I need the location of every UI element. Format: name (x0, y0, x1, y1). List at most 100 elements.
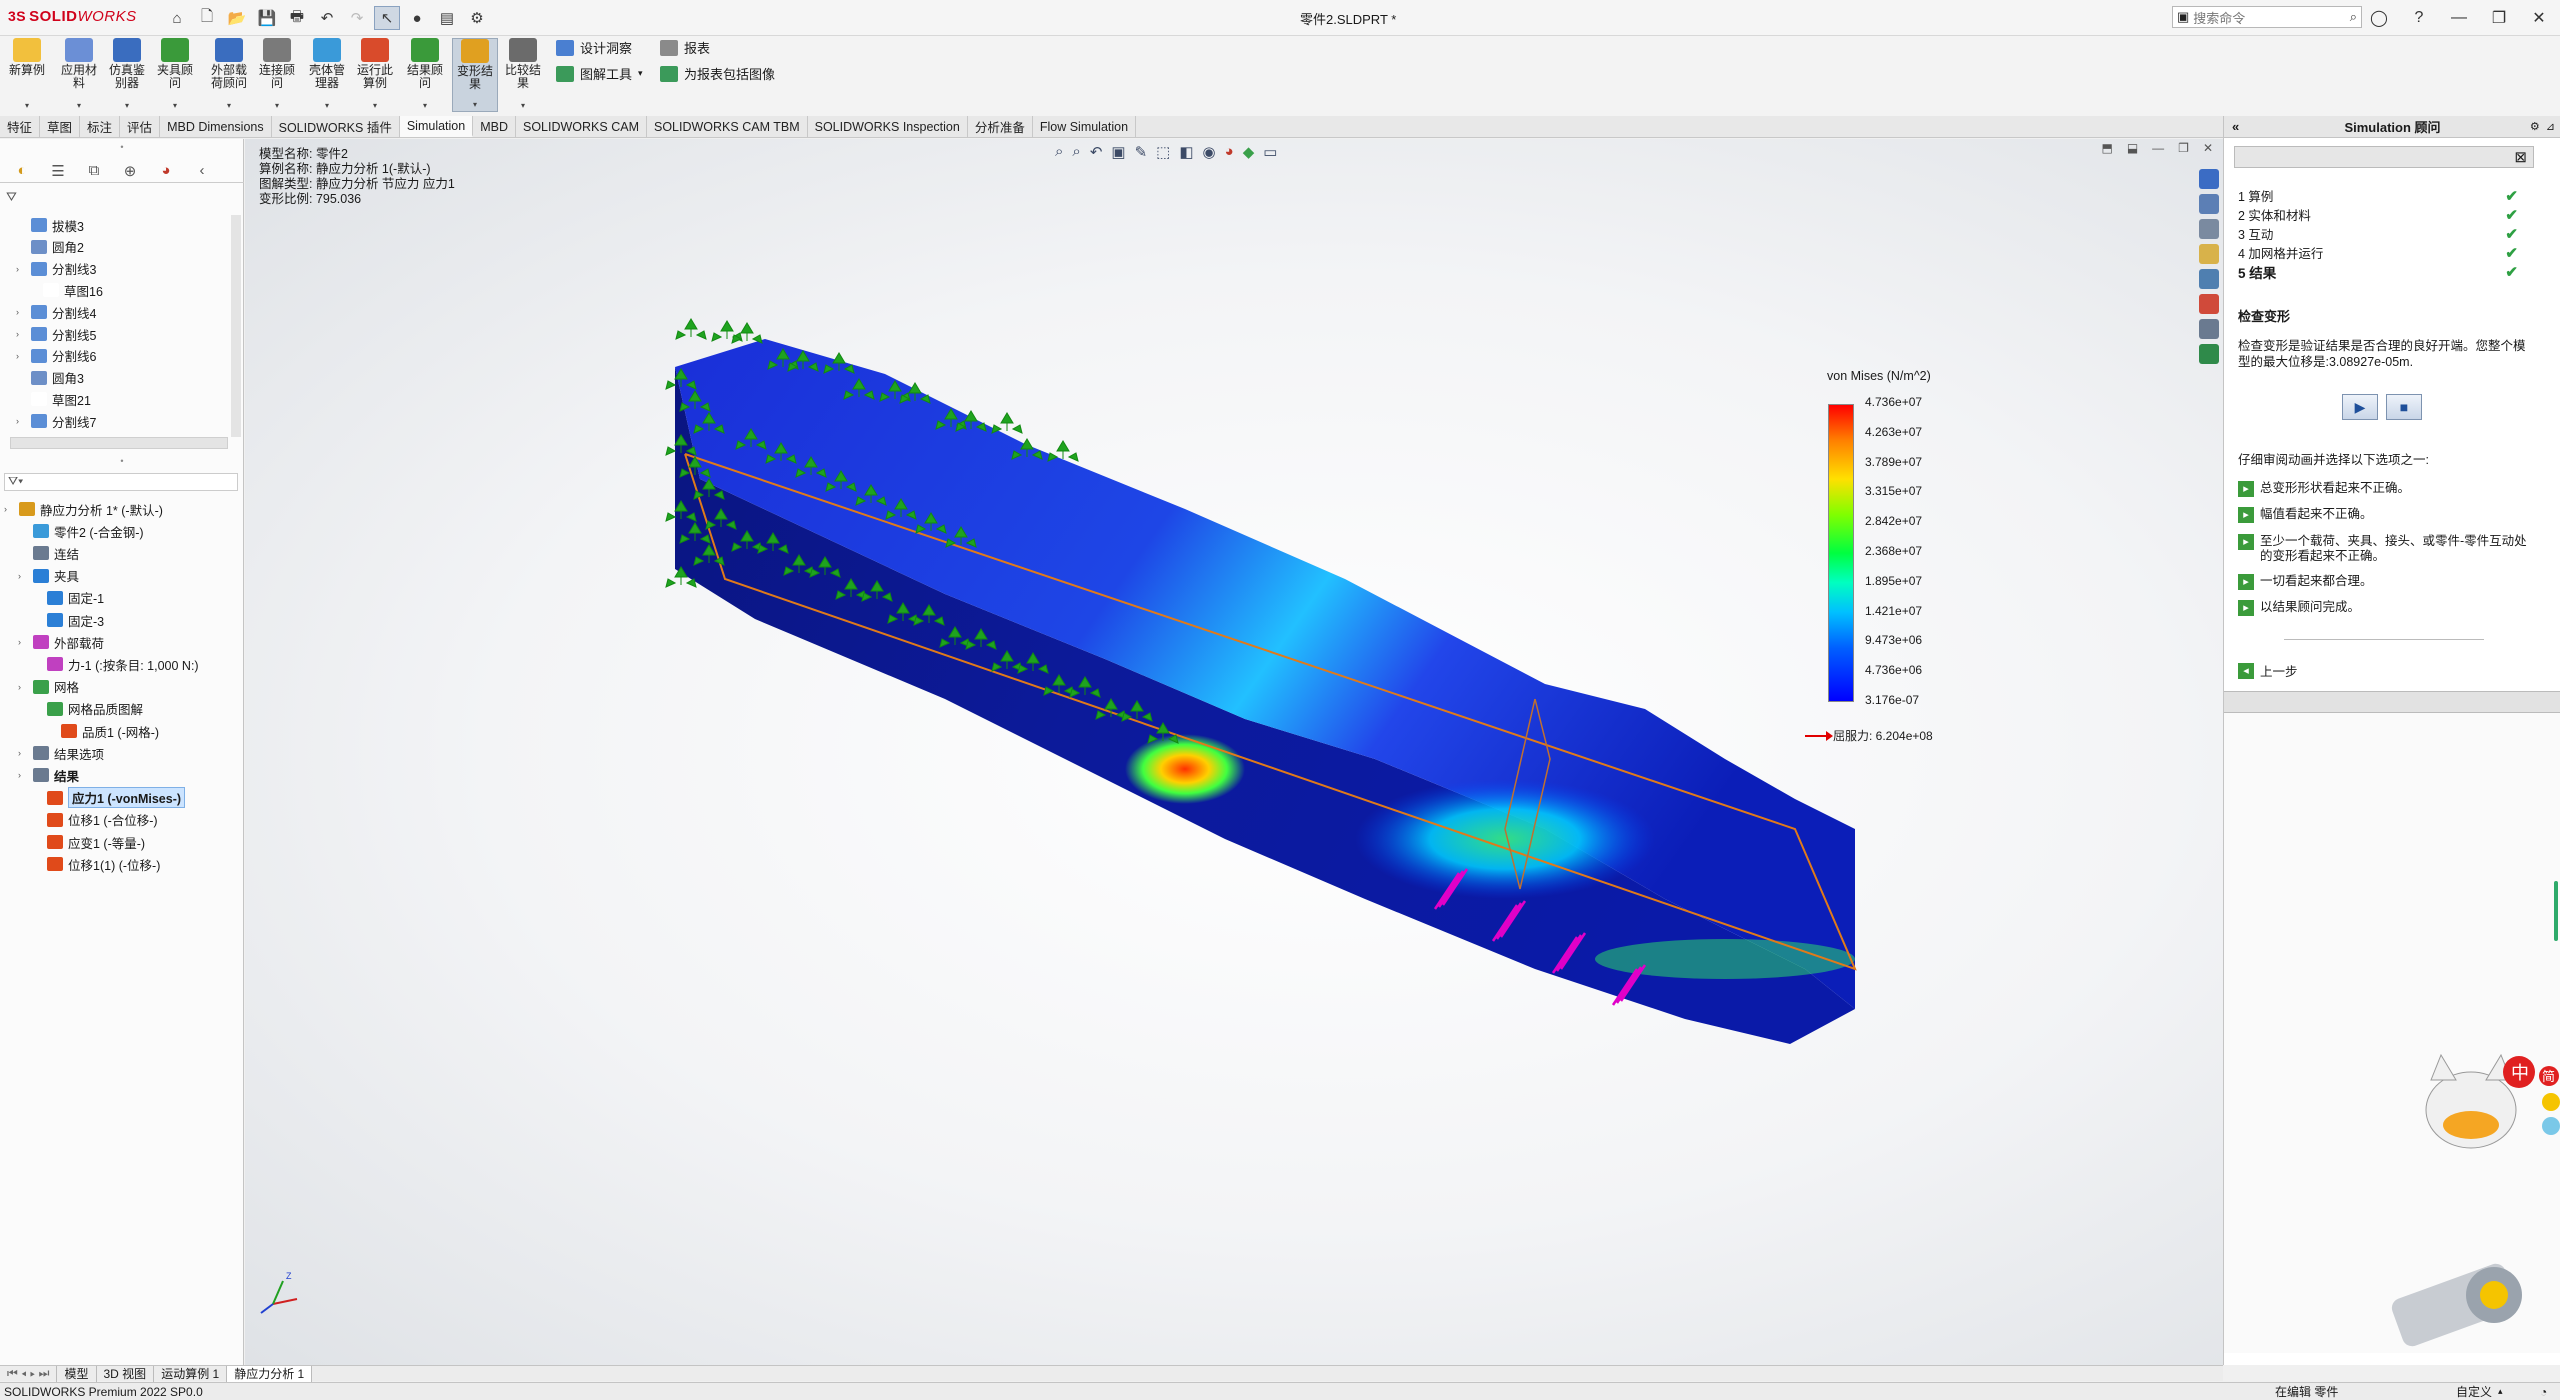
ribbon-button-8[interactable]: 结果顾问 ▾ (402, 38, 448, 112)
bottom-tab[interactable]: 模型 (57, 1365, 97, 1382)
feature-tree-node[interactable]: 圆角2 (16, 237, 84, 257)
feature-tree-node[interactable]: › 分割线3 (16, 259, 96, 279)
minimize-button[interactable]: — (2444, 4, 2474, 32)
feature-tree-icon[interactable]: ◐ (8, 160, 36, 182)
sim-tree-node[interactable]: 品质1 (-网格-) (46, 721, 159, 741)
save-icon[interactable]: 💾 (254, 6, 280, 30)
new-document-icon[interactable]: 🗋 (194, 6, 220, 30)
sim-tree-node[interactable]: › 外部载荷 (18, 632, 104, 652)
expand-toggle-icon[interactable]: › (16, 307, 28, 317)
property-manager-icon[interactable]: ☰ (44, 160, 72, 182)
user-icon[interactable]: ◯ (2364, 4, 2394, 32)
expand-toggle-icon[interactable]: › (18, 571, 30, 581)
feature-tree-node[interactable]: 草图21 (16, 389, 91, 409)
advisor-step[interactable]: 2 实体和材料 ✔ (2238, 205, 2518, 224)
feature-tree-scrollbar[interactable] (231, 215, 241, 437)
sim-tree-node[interactable]: › 夹具 (18, 566, 79, 586)
ribbon-button-7[interactable]: 运行此算例 ▾ (352, 38, 398, 112)
help-bubble-icon[interactable]: ◔ (2540, 1385, 2547, 1399)
panel-splitter[interactable]: • (0, 142, 244, 152)
bottom-tab[interactable]: 运动算例 1 (154, 1365, 228, 1382)
feature-tree-node[interactable]: 圆角3 (16, 368, 84, 388)
expand-toggle-icon[interactable]: › (18, 770, 30, 780)
feature-tree-node[interactable]: › 分割线7 (16, 411, 96, 431)
tab-11[interactable]: 分析准备 (968, 116, 1033, 137)
sim-tree-node[interactable]: 固定-3 (32, 610, 104, 630)
tab-7[interactable]: MBD (473, 116, 516, 137)
help-icon[interactable]: ? (2404, 4, 2434, 32)
horizontal-scrollbar[interactable] (10, 437, 228, 449)
tab-10[interactable]: SOLIDWORKS Inspection (808, 116, 968, 137)
scroll-left-icon[interactable]: ‹ (188, 160, 216, 182)
tab-9[interactable]: SOLIDWORKS CAM TBM (647, 116, 808, 137)
advisor-option[interactable]: ▸ 至少一个载荷、夹具、接头、或零件-零件互动处的变形看起来不正确。 (2238, 534, 2538, 564)
plot-tools-button[interactable]: 图解工具 ▾ (556, 64, 643, 83)
chevron-up-icon[interactable]: ▴ (2498, 1386, 2503, 1397)
tab-12[interactable]: Flow Simulation (1033, 116, 1137, 137)
input-method-mascot[interactable]: 中 简 (2401, 1040, 2560, 1160)
back-link[interactable]: ◂ 上一步 (2238, 661, 2298, 680)
close-button[interactable]: ✕ (2524, 4, 2554, 32)
simulation-advisor-icon[interactable] (2199, 344, 2219, 364)
graphics-area[interactable]: 模型名称: 零件2 算例名称: 静应力分析 1(-默认-) 图解类型: 静应力分… (245, 139, 2223, 1365)
design-insight-button[interactable]: 设计洞察 (556, 38, 632, 57)
print-icon[interactable]: 🖶 (284, 6, 310, 30)
home-icon[interactable]: ⌂ (164, 6, 190, 30)
tab-3[interactable]: 评估 (120, 116, 161, 137)
dimxpert-icon[interactable]: ⊕ (116, 160, 144, 182)
advisor-step[interactable]: 1 算例 ✔ (2238, 186, 2518, 205)
advisor-step[interactable]: 4 加网格并运行 ✔ (2238, 243, 2518, 262)
design-library-icon[interactable] (2199, 219, 2219, 239)
expand-toggle-icon[interactable]: › (18, 748, 30, 758)
advisor-option[interactable]: ▸ 总变形形状看起来不正确。 (2238, 481, 2538, 497)
bottom-tab[interactable]: 3D 视图 (97, 1365, 155, 1382)
advisor-option[interactable]: ▸ 一切看起来都合理。 (2238, 574, 2538, 590)
restore-button[interactable]: ❐ (2484, 4, 2514, 32)
sim-tree-node[interactable]: › 结果选项 (18, 743, 104, 763)
bottom-tab[interactable]: 静应力分析 1 (227, 1365, 313, 1382)
file-properties-icon[interactable]: ▤ (434, 6, 460, 30)
select-pointer-icon[interactable]: ↖ (374, 6, 400, 30)
stress-legend-colorbar[interactable] (1828, 404, 1854, 702)
redo-icon[interactable]: ↷ (344, 6, 370, 30)
sim-tree-node[interactable]: 网格品质图解 (32, 699, 143, 719)
tree-splitter[interactable]: • (0, 456, 244, 466)
undo-icon[interactable]: ↶ (314, 6, 340, 30)
open-folder-icon[interactable]: 📂 (224, 6, 250, 30)
tab-1[interactable]: 草图 (40, 116, 81, 137)
file-explorer-icon[interactable] (2199, 244, 2219, 264)
collapse-pane-icon[interactable]: « (2232, 119, 2239, 134)
ribbon-button-6[interactable]: 壳体管理器 ▾ (304, 38, 350, 112)
expand-toggle-icon[interactable]: › (16, 329, 28, 339)
tab-2[interactable]: 标注 (80, 116, 121, 137)
advisor-step[interactable]: 5 结果 ✔ (2238, 262, 2518, 281)
ribbon-button-9[interactable]: 变形结果 ▾ (452, 38, 498, 112)
expand-toggle-icon[interactable]: › (16, 416, 28, 426)
expand-toggle-icon[interactable]: › (4, 504, 16, 514)
play-button[interactable]: ▶ (2342, 394, 2378, 420)
scroll-indicator[interactable] (2554, 881, 2558, 941)
feature-tree-node[interactable]: 拔模3 (16, 215, 84, 235)
stop-button[interactable]: ■ (2386, 394, 2422, 420)
status-custom-units[interactable]: 自定义 (2456, 1383, 2492, 1400)
sim-tree-node[interactable]: › 网格 (18, 677, 79, 697)
solidworks-resources-icon[interactable] (2199, 169, 2219, 189)
appearances-icon[interactable] (2199, 294, 2219, 314)
sim-tree-node[interactable]: 位移1(1) (-位移-) (32, 854, 160, 874)
ribbon-button-2[interactable]: 仿真鉴别器 ▾ (104, 38, 150, 112)
tab-0[interactable]: 特征 (0, 116, 41, 137)
display-manager-icon[interactable]: ◕ (152, 160, 180, 182)
feature-tree-node[interactable]: 草图16 (28, 280, 103, 300)
tab-8[interactable]: SOLIDWORKS CAM (516, 116, 647, 137)
report-button[interactable]: 报表 (660, 38, 710, 57)
feature-tree-node[interactable]: › 分割线4 (16, 302, 96, 322)
ribbon-button-1[interactable]: 应用材料 ▾ (56, 38, 102, 112)
sim-tree-node[interactable]: 零件2 (-合金钢-) (18, 521, 144, 541)
close-advisor-icon[interactable]: ⊠ (2514, 148, 2527, 166)
solidworks-logo[interactable]: 3S SOLIDWORKS (8, 8, 137, 25)
advisor-option[interactable]: ▸ 幅值看起来不正确。 (2238, 507, 2538, 523)
tab-6[interactable]: Simulation (399, 116, 474, 137)
configuration-manager-icon[interactable]: ⧉ (80, 160, 108, 182)
pin-icon[interactable]: ⊿ (2546, 120, 2555, 133)
sim-tree-node[interactable]: 应变1 (-等量-) (32, 832, 145, 852)
